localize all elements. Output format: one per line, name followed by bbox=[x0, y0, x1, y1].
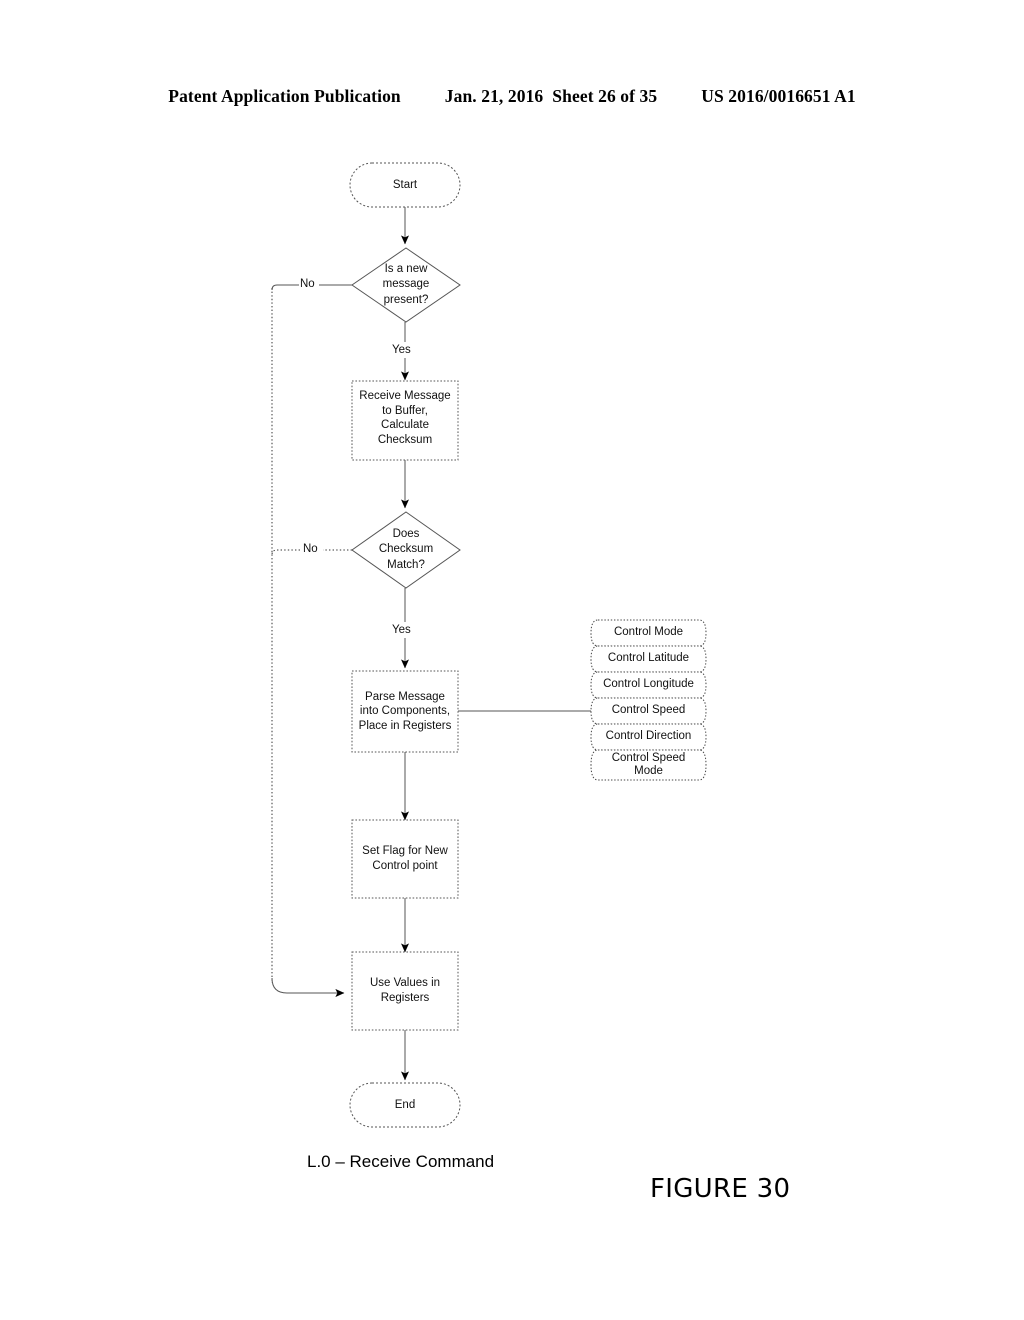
register-label-control-latitude: Control Latitude bbox=[607, 652, 690, 665]
start-node-shape bbox=[349, 162, 461, 208]
edge-label-no-checksum: No bbox=[303, 543, 318, 555]
decision-new-message-shape bbox=[351, 247, 461, 323]
figure-number-caption: FIGURE 30 bbox=[650, 1174, 791, 1204]
register-label-control-speed: Control Speed bbox=[611, 704, 686, 717]
edge-label-yes-new-message: Yes bbox=[392, 344, 411, 356]
set-flag-node-shape bbox=[351, 819, 459, 899]
edge-label-no-new-message: No bbox=[300, 278, 315, 290]
edge-no-new-message-left bbox=[271, 284, 299, 291]
edge-label-yes-checksum: Yes bbox=[392, 624, 411, 636]
receive-message-node-shape bbox=[351, 380, 459, 461]
parse-message-node-shape bbox=[351, 670, 459, 753]
flowchart-title-caption: L.0 – Receive Command bbox=[307, 1152, 495, 1171]
register-label-control-speed-mode: Control Speed Mode bbox=[611, 751, 686, 777]
use-values-node-shape bbox=[351, 951, 459, 1031]
flowchart-diagram bbox=[271, 162, 707, 1128]
register-label-control-longitude: Control Longitude bbox=[603, 678, 694, 691]
feedback-rail-into-use-values bbox=[271, 977, 345, 997]
end-node-shape bbox=[349, 1082, 461, 1128]
register-label-control-direction: Control Direction bbox=[605, 730, 692, 743]
edge-no-checksum-left bbox=[271, 549, 300, 556]
register-label-control-mode: Control Mode bbox=[613, 626, 684, 639]
decision-checksum-shape bbox=[351, 511, 461, 589]
